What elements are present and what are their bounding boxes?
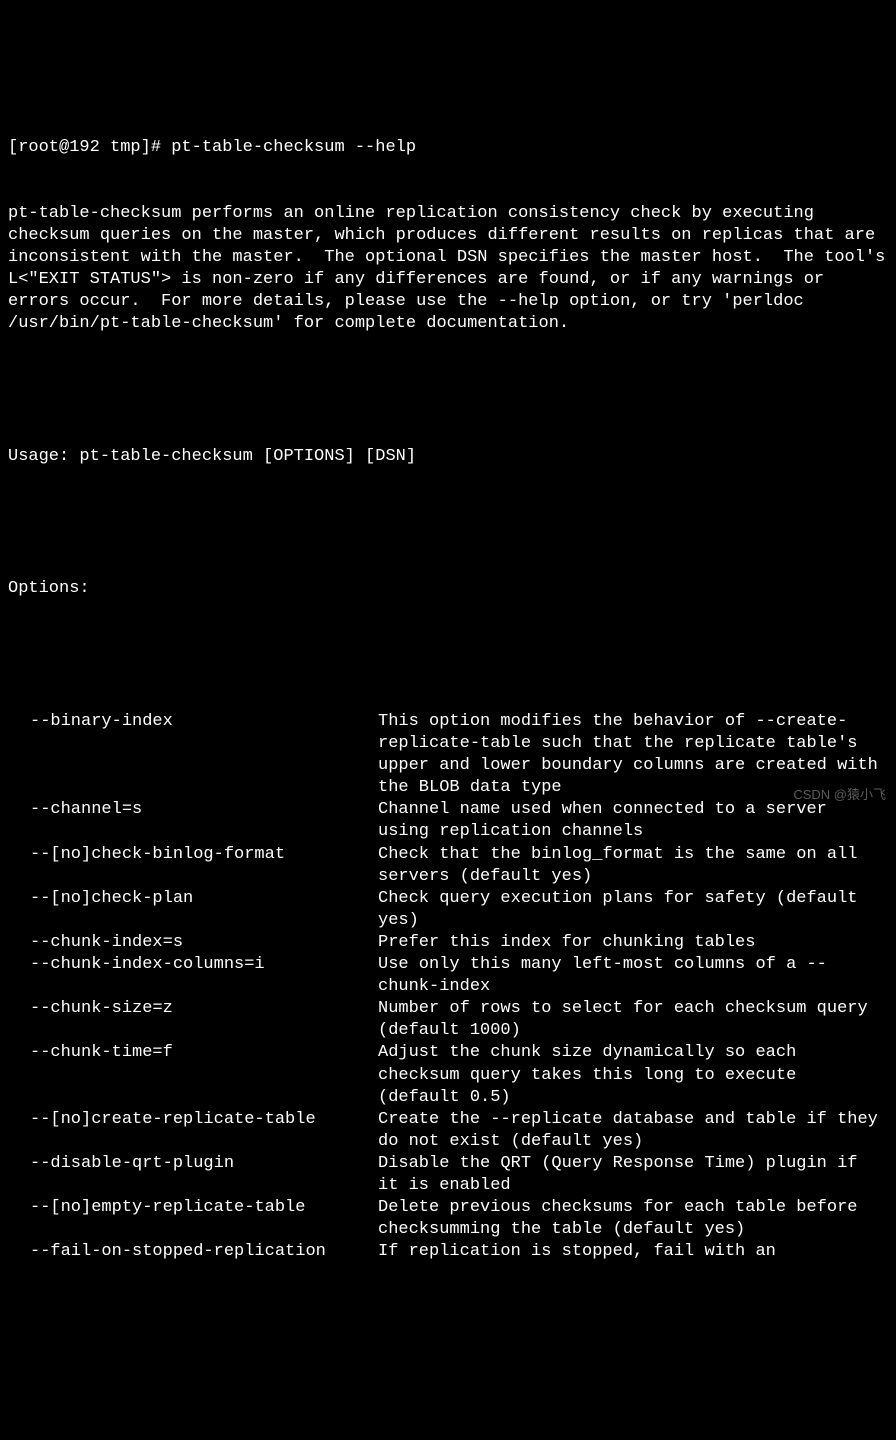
options-header: Options: (8, 578, 888, 600)
watermark: CSDN @猿小飞 (793, 787, 886, 804)
option-description: Check query execution plans for safety (… (378, 888, 888, 932)
help-description: pt-table-checksum performs an online rep… (8, 203, 888, 336)
option-flag: --[no]empty-replicate-table (8, 1197, 378, 1219)
option-row: --disable-qrt-pluginDisable the QRT (Que… (8, 1153, 888, 1197)
option-row: --channel=sChannel name used when connec… (8, 799, 888, 843)
option-description: Create the --replicate database and tabl… (378, 1109, 888, 1153)
option-row: --chunk-index=sPrefer this index for chu… (8, 932, 888, 954)
option-description: Adjust the chunk size dynamically so eac… (378, 1042, 888, 1108)
option-flag: --fail-on-stopped-replication (8, 1241, 378, 1263)
option-flag: --chunk-index=s (8, 932, 378, 954)
option-description: Channel name used when connected to a se… (378, 799, 888, 843)
option-row: --[no]check-planCheck query execution pl… (8, 888, 888, 932)
terminal-output: [root@192 tmp]# pt-table-checksum --help… (8, 92, 888, 1285)
option-row: --[no]empty-replicate-tableDelete previo… (8, 1197, 888, 1241)
command-prompt: [root@192 tmp]# pt-table-checksum --help (8, 137, 888, 159)
option-flag: --disable-qrt-plugin (8, 1153, 378, 1175)
option-row: --[no]create-replicate-tableCreate the -… (8, 1109, 888, 1153)
option-flag: --[no]check-plan (8, 888, 378, 910)
option-description: Use only this many left-most columns of … (378, 954, 888, 998)
options-list: --binary-indexThis option modifies the b… (8, 711, 888, 1263)
option-flag: --chunk-size=z (8, 998, 378, 1020)
option-flag: --[no]check-binlog-format (8, 844, 378, 866)
option-row: --chunk-time=fAdjust the chunk size dyna… (8, 1042, 888, 1108)
option-row: --fail-on-stopped-replicationIf replicat… (8, 1241, 888, 1263)
option-row: --binary-indexThis option modifies the b… (8, 711, 888, 799)
option-description: Number of rows to select for each checks… (378, 998, 888, 1042)
option-row: --chunk-size=zNumber of rows to select f… (8, 998, 888, 1042)
option-row: --chunk-index-columns=iUse only this man… (8, 954, 888, 998)
option-flag: --channel=s (8, 799, 378, 821)
option-row: --[no]check-binlog-formatCheck that the … (8, 844, 888, 888)
usage-line: Usage: pt-table-checksum [OPTIONS] [DSN] (8, 446, 888, 468)
option-flag: --[no]create-replicate-table (8, 1109, 378, 1131)
option-description: Check that the binlog_format is the same… (378, 844, 888, 888)
option-flag: --binary-index (8, 711, 378, 733)
option-flag: --chunk-index-columns=i (8, 954, 378, 976)
option-description: If replication is stopped, fail with an (378, 1241, 888, 1263)
option-description: Delete previous checksums for each table… (378, 1197, 888, 1241)
option-description: Disable the QRT (Query Response Time) pl… (378, 1153, 888, 1197)
option-description: Prefer this index for chunking tables (378, 932, 888, 954)
option-flag: --chunk-time=f (8, 1042, 378, 1064)
option-description: This option modifies the behavior of --c… (378, 711, 888, 799)
